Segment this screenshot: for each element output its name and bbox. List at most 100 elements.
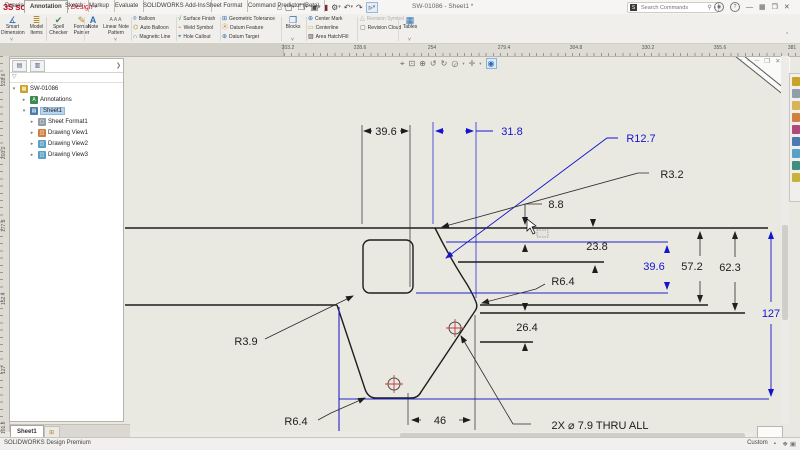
- search-box[interactable]: S ⚲ ▾: [627, 2, 719, 13]
- auto-balloon-button[interactable]: ⌬Auto Balloon: [133, 25, 169, 31]
- undo-button[interactable]: ↶▾: [344, 3, 353, 12]
- doc-maximize-icon[interactable]: ❐: [764, 57, 770, 65]
- dim-v62-3[interactable]: 62.3: [719, 232, 740, 310]
- user-account-icon[interactable]: ◉: [714, 2, 724, 12]
- center-mark-button[interactable]: ⊕Center Mark: [308, 16, 343, 22]
- search-icon[interactable]: ⚲: [707, 4, 711, 11]
- zoom-area-icon[interactable]: ⊡: [409, 59, 416, 68]
- doc-minimize-icon[interactable]: ─: [755, 57, 760, 65]
- rotate-view-icon[interactable]: ↺: [430, 59, 437, 68]
- tree-item-sheet1[interactable]: ▾ ▤ Sheet1: [10, 105, 123, 116]
- tree-item-annotations[interactable]: ▸ A Annotations: [10, 94, 123, 105]
- dim-26-4[interactable]: 26.4: [516, 304, 537, 351]
- part-outline[interactable]: [125, 228, 768, 398]
- doc-restore-icon[interactable]: ▫: [740, 57, 742, 65]
- dim-v39-6[interactable]: 39.6: [643, 246, 667, 289]
- tree-root-row[interactable]: ▾ ▦ SW-01086: [10, 83, 123, 94]
- tab-command-predictor[interactable]: Command Predictor (Beta): [243, 0, 325, 12]
- view-flyout-icon[interactable]: ▾: [462, 61, 464, 67]
- dim-width-39-6[interactable]: 39.6: [364, 126, 408, 138]
- options-button[interactable]: ⚙▾: [331, 3, 341, 12]
- expander-icon[interactable]: ▾: [10, 86, 18, 92]
- custom-properties-icon[interactable]: [792, 137, 800, 146]
- solidworks-resources-icon[interactable]: [792, 77, 800, 86]
- datum-target-button[interactable]: ⊕Datum Target: [222, 34, 259, 40]
- appearances-icon[interactable]: [792, 125, 800, 134]
- expander-icon[interactable]: ▸: [28, 130, 36, 136]
- status-units-icon[interactable]: ❖: [782, 441, 788, 448]
- spell-checker-button[interactable]: ✔ Spell Checker: [47, 15, 70, 36]
- note-button[interactable]: A Note: [85, 15, 101, 31]
- dim-46[interactable]: 46: [412, 415, 470, 427]
- weld-symbol-button[interactable]: ⌁Weld Symbol: [178, 25, 213, 31]
- previous-view-icon[interactable]: ↻: [441, 59, 448, 68]
- panel-expand-icon[interactable]: ❯: [116, 62, 121, 69]
- tree-filter[interactable]: ▽: [10, 73, 123, 83]
- select-tool-button[interactable]: ▹▾: [366, 2, 379, 13]
- dim-r3-2[interactable]: R3.2: [442, 169, 684, 227]
- tree-item-drawing-view1[interactable]: ▸ ◫ Drawing View1: [10, 127, 123, 138]
- dim-v57-2[interactable]: 57.2: [681, 232, 702, 302]
- tree-item-drawing-view3[interactable]: ▸ ◫ Drawing View3: [10, 149, 123, 160]
- dim-r6-4-lower[interactable]: R6.4: [284, 398, 365, 428]
- ribbon-collapse-icon[interactable]: ˆ: [786, 33, 788, 40]
- home-pane-icon[interactable]: [792, 161, 800, 170]
- property-manager-tab-icon[interactable]: ▥: [30, 60, 45, 72]
- dim-r3-9[interactable]: R3.9: [234, 296, 353, 348]
- balloon-button[interactable]: ⌾Balloon: [133, 16, 155, 22]
- view-settings-icon[interactable]: ◉: [486, 58, 497, 69]
- linear-note-pattern-button[interactable]: AAA Linear Note Pattern: [102, 15, 130, 36]
- redo-button[interactable]: ↷: [356, 3, 363, 12]
- surface-finish-button[interactable]: √Surface Finish: [178, 16, 215, 22]
- doc-window-icon[interactable]: ▫: [747, 57, 749, 65]
- custom-dropdown-icon[interactable]: ▴: [774, 440, 776, 446]
- expander-icon[interactable]: ▾: [20, 108, 28, 114]
- vertical-scrollbar-thumb[interactable]: [782, 225, 788, 320]
- dim-v127[interactable]: 127: [762, 232, 780, 396]
- orientation-flyout-icon[interactable]: ▾: [479, 61, 481, 67]
- status-tag-icon[interactable]: ▣: [790, 441, 796, 448]
- help-icon[interactable]: ?: [730, 2, 740, 12]
- expander-icon[interactable]: ▸: [20, 97, 28, 103]
- tree-item-sheet-format1[interactable]: ▸ ▢ Sheet Format1: [10, 116, 123, 127]
- magnetic-line-button[interactable]: ∩Magnetic Line: [133, 34, 170, 40]
- window-grid-icon[interactable]: ▦: [759, 3, 766, 11]
- minimize-button[interactable]: —: [746, 4, 753, 11]
- design-library-icon[interactable]: [792, 89, 800, 98]
- feature-manager-tab-icon[interactable]: ▤: [12, 60, 27, 72]
- holes[interactable]: [385, 319, 464, 393]
- view-orientation-icon[interactable]: ✛: [469, 59, 476, 68]
- search-input[interactable]: [639, 4, 705, 12]
- section-view-icon[interactable]: ◶: [451, 59, 458, 68]
- smart-dimension-button[interactable]: ∡ Smart Dimension: [1, 15, 24, 36]
- dim-r12-7[interactable]: R12.7: [446, 133, 656, 258]
- tab-sheet-format[interactable]: Sheet Format: [201, 0, 248, 12]
- part-notch-profile[interactable]: [337, 228, 477, 398]
- expander-icon[interactable]: ▸: [28, 119, 36, 125]
- doc-close-icon[interactable]: ✕: [775, 57, 780, 65]
- expander-icon[interactable]: ▸: [28, 141, 36, 147]
- blocks-button[interactable]: ❒ Blocks: [283, 15, 303, 31]
- dim-width-31-8[interactable]: 31.8: [436, 126, 523, 138]
- square-cutout[interactable]: [363, 240, 413, 293]
- hole-callout-button[interactable]: ⌖Hole Callout: [178, 34, 211, 40]
- datum-feature-button[interactable]: ⒶDatum Feature: [222, 25, 263, 31]
- expander-icon[interactable]: ▸: [28, 152, 36, 158]
- zoom-icon[interactable]: ⊕: [419, 59, 426, 68]
- file-explorer-icon[interactable]: [792, 101, 800, 110]
- area-hatch-fill-button[interactable]: ▨Area Hatch/Fill: [308, 34, 348, 40]
- alerts-icon[interactable]: [792, 173, 800, 182]
- tables-button[interactable]: ▦ Tables: [400, 15, 420, 31]
- tree-item-drawing-view2[interactable]: ▸ ◫ Drawing View2: [10, 138, 123, 149]
- dim-r6-4-upper[interactable]: R6.4: [482, 276, 575, 303]
- restore-button[interactable]: ❐: [772, 3, 778, 11]
- dim-hole-callout[interactable]: 2X ⌀ 7.9 THRU ALL: [461, 336, 648, 432]
- selected-edges[interactable]: [339, 242, 769, 431]
- centerline-button[interactable]: ▭Centerline: [308, 25, 338, 31]
- model-items-button[interactable]: ≣ Model Items: [25, 15, 48, 36]
- view-palette-icon[interactable]: [792, 113, 800, 122]
- revision-cloud-button[interactable]: ▢Revision Cloud: [360, 25, 401, 31]
- custom-scale-selector[interactable]: Custom: [747, 440, 768, 446]
- zoom-fit-icon[interactable]: ⌖: [400, 59, 405, 69]
- close-button[interactable]: ✕: [784, 3, 790, 11]
